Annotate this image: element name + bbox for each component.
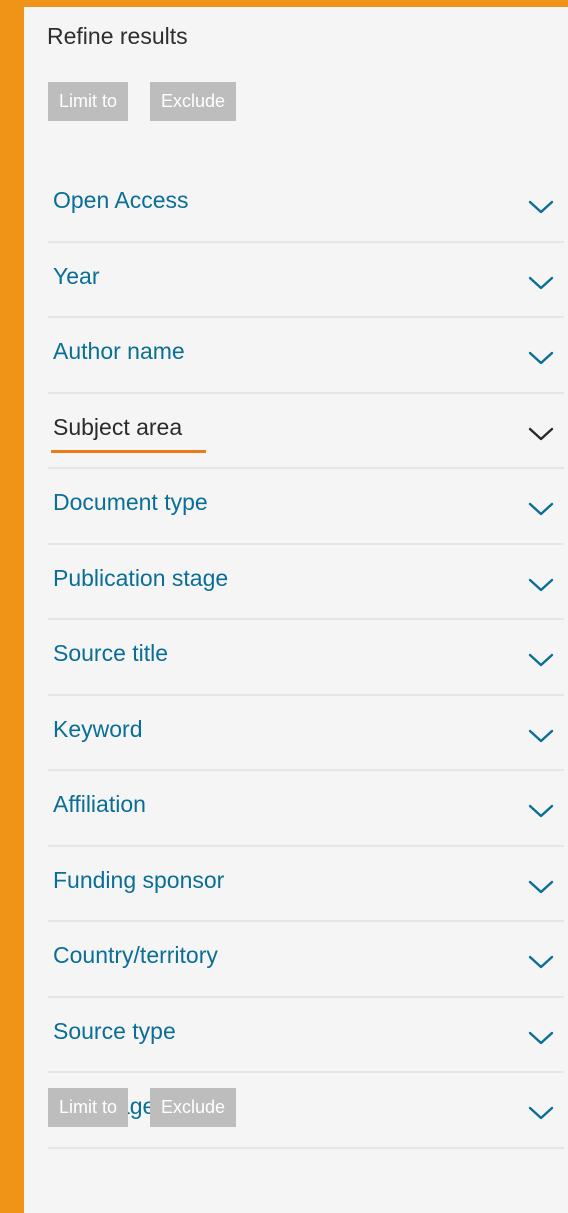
limit-to-button-bottom[interactable]: Limit to <box>48 1088 129 1127</box>
facet-affiliation[interactable]: Affiliation <box>48 771 564 847</box>
facet-label: Publication stage <box>53 564 229 591</box>
facet-document-type[interactable]: Document type <box>48 469 564 545</box>
bottom-button-row: Limit to Exclude <box>48 1088 237 1127</box>
facet-label: Document type <box>53 489 208 515</box>
facet-label: Author name <box>53 338 185 364</box>
facet-label: Keyword <box>53 715 143 742</box>
chevron-down-icon[interactable] <box>528 803 554 819</box>
facet-label: Country/territory <box>53 942 218 968</box>
active-facet-underline <box>51 449 206 453</box>
limit-to-button[interactable]: Limit to <box>48 82 129 121</box>
facet-open-access[interactable]: Open Access <box>48 167 564 243</box>
facet-label: Source title <box>53 640 169 666</box>
facet-label: Funding sponsor <box>53 866 225 893</box>
accent-top-strip <box>0 0 568 7</box>
refine-results-panel: Refine results Limit to Exclude Open Acc… <box>24 7 568 1213</box>
chevron-down-icon[interactable] <box>528 652 554 668</box>
facet-label: Subject area <box>53 413 183 440</box>
facet-country-territory[interactable]: Country/territory <box>48 922 564 998</box>
panel-title: Refine results <box>47 23 188 49</box>
chevron-down-icon[interactable] <box>528 1030 554 1046</box>
facet-year[interactable]: Year <box>48 243 564 318</box>
chevron-down-icon[interactable] <box>528 1105 554 1121</box>
facet-label: Affiliation <box>53 791 146 817</box>
chevron-down-icon[interactable] <box>528 728 554 744</box>
facet-label: Source type <box>53 1017 176 1044</box>
accent-side-bar <box>0 0 24 1213</box>
chevron-down-icon[interactable] <box>528 275 554 291</box>
top-button-row: Limit to Exclude <box>48 82 237 121</box>
chevron-down-icon[interactable] <box>528 879 554 895</box>
facet-subject-area[interactable]: Subject area <box>48 394 564 469</box>
facet-keyword[interactable]: Keyword <box>48 696 564 771</box>
facet-list: Open Access Year Author name Subject area Do… <box>48 167 564 1149</box>
chevron-down-icon[interactable] <box>528 501 554 517</box>
facet-label: Year <box>53 262 100 289</box>
chevron-down-icon[interactable] <box>528 199 554 215</box>
chevron-down-icon[interactable] <box>528 426 554 442</box>
facet-source-type[interactable]: Source type <box>48 998 564 1073</box>
facet-publication-stage[interactable]: Publication stage <box>48 545 564 620</box>
exclude-button-bottom[interactable]: Exclude <box>150 1088 237 1127</box>
facet-funding-sponsor[interactable]: Funding sponsor <box>48 847 564 922</box>
chevron-down-icon[interactable] <box>528 954 554 970</box>
facet-author-name[interactable]: Author name <box>48 318 564 394</box>
chevron-down-icon[interactable] <box>528 350 554 366</box>
facet-source-title[interactable]: Source title <box>48 620 564 696</box>
facet-label: Open Access <box>53 187 189 213</box>
chevron-down-icon[interactable] <box>528 577 554 593</box>
exclude-button[interactable]: Exclude <box>150 82 237 121</box>
